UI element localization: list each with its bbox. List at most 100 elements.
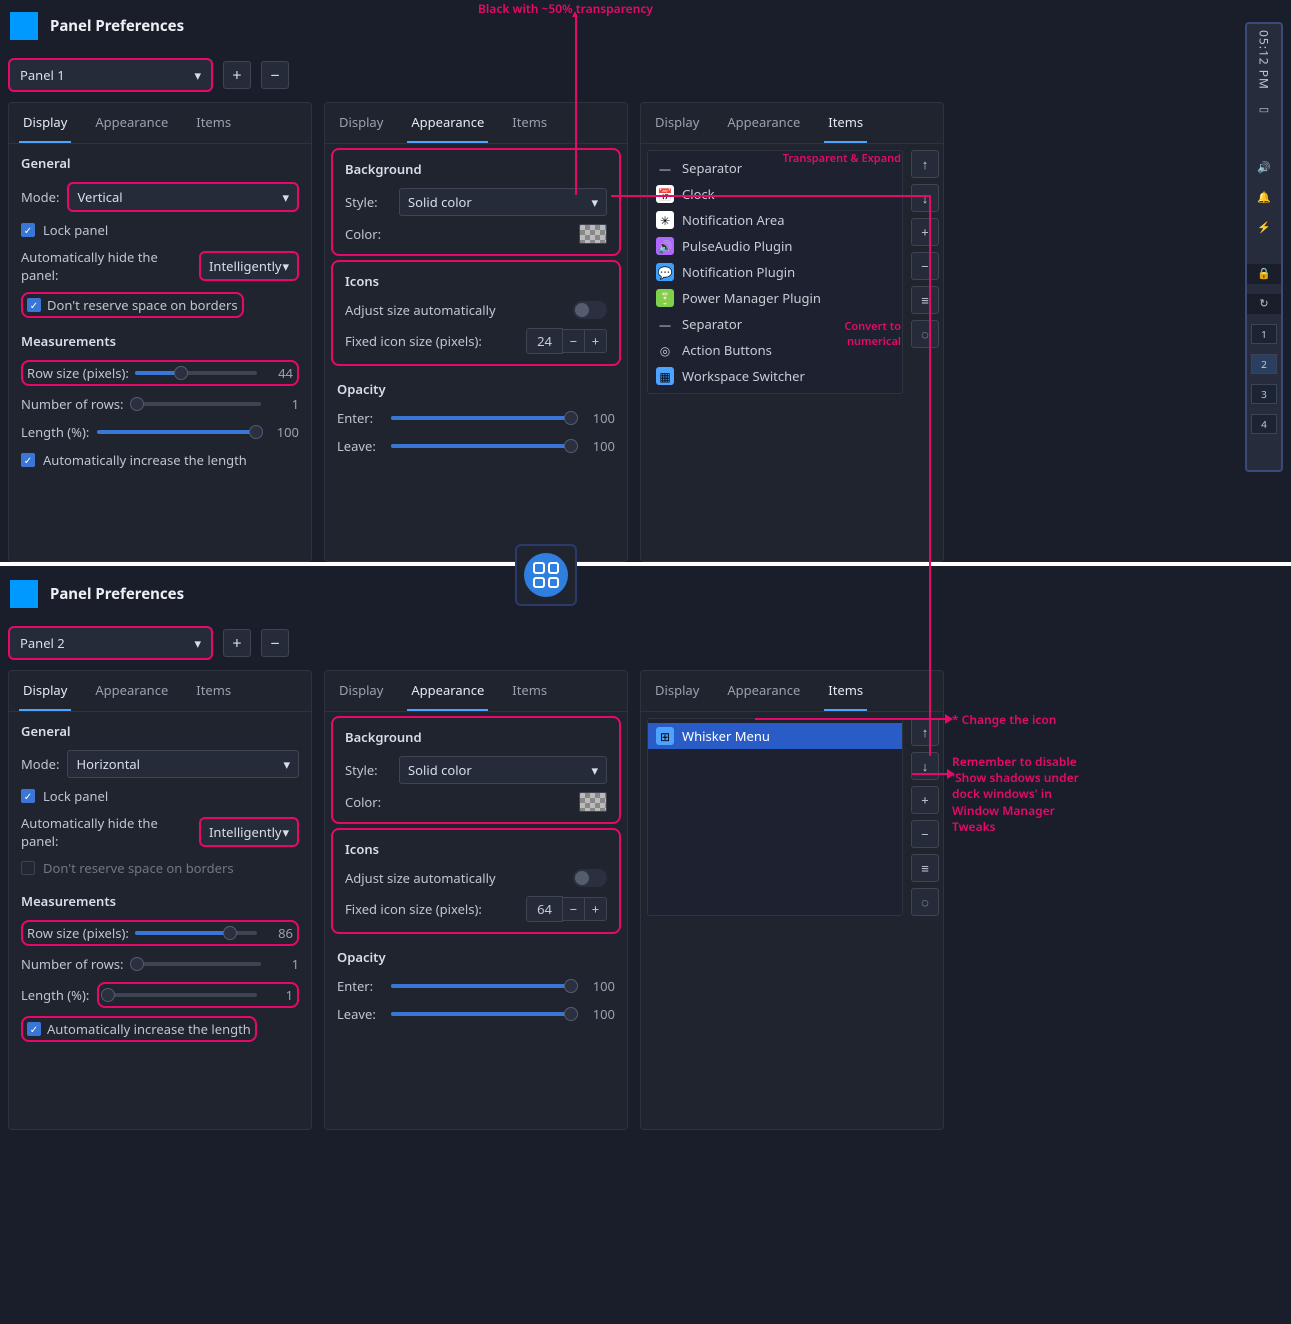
list-item[interactable]: 💬Notification Plugin xyxy=(648,259,902,285)
panel-selector[interactable]: Panel 2 ▾ xyxy=(8,626,213,660)
length-label: Length (%): xyxy=(21,423,89,441)
fixedicon-label: Fixed icon size (pixels): xyxy=(345,332,482,350)
item-add-button[interactable]: + xyxy=(911,786,939,814)
tab-display[interactable]: Display xyxy=(641,103,713,143)
tab-appearance[interactable]: Appearance xyxy=(81,103,182,143)
nrows-slider[interactable] xyxy=(132,402,261,406)
item-about-button[interactable]: ◌ xyxy=(911,320,939,348)
remove-panel-button[interactable]: − xyxy=(261,629,289,657)
items-panel: Display Appearance Items Transparent & E… xyxy=(640,102,944,562)
tab-display[interactable]: Display xyxy=(9,103,81,143)
leave-slider[interactable] xyxy=(391,1012,577,1016)
tray-display-icon[interactable]: ▭ xyxy=(1254,100,1274,120)
tray-lock-icon[interactable]: 🔒 xyxy=(1247,264,1281,284)
noreserve-checkbox[interactable]: ✓ xyxy=(27,298,41,312)
item-remove-button[interactable]: − xyxy=(911,820,939,848)
list-item[interactable]: ▦Workspace Switcher xyxy=(648,363,902,389)
tab-items[interactable]: Items xyxy=(498,103,561,143)
tray-logout-icon[interactable]: ↻ xyxy=(1247,294,1281,314)
tab-items[interactable]: Items xyxy=(182,103,245,143)
enter-slider[interactable] xyxy=(391,416,577,420)
spinner-plus-button[interactable]: + xyxy=(585,329,607,353)
color-picker[interactable] xyxy=(579,224,607,244)
color-picker[interactable] xyxy=(579,792,607,812)
list-item[interactable]: 🔋Power Manager Plugin xyxy=(648,285,902,311)
autohide-dropdown[interactable]: Intelligently ▾ xyxy=(199,817,299,847)
opacity-heading: Opacity xyxy=(325,370,627,404)
item-move-down-button[interactable]: ↓ xyxy=(911,184,939,212)
tab-appearance[interactable]: Appearance xyxy=(713,671,814,711)
fixedicon-spinner[interactable]: 24 − + xyxy=(526,328,607,354)
autohide-dropdown[interactable]: Intelligently ▾ xyxy=(199,251,299,281)
tray-volume-icon[interactable]: 🔊 xyxy=(1254,158,1274,178)
autohide-label: Automatically hide the panel: xyxy=(21,814,191,850)
tab-display[interactable]: Display xyxy=(641,671,713,711)
autolen-checkbox[interactable]: ✓ xyxy=(27,1022,41,1036)
nrows-slider[interactable] xyxy=(132,962,261,966)
chevron-down-icon: ▾ xyxy=(282,188,289,206)
add-panel-button[interactable]: + xyxy=(223,61,251,89)
tab-display[interactable]: Display xyxy=(325,103,397,143)
mode-dropdown[interactable]: Horizontal ▾ xyxy=(67,750,299,778)
leave-slider[interactable] xyxy=(391,444,577,448)
tray-notification-icon[interactable]: 🔔 xyxy=(1254,188,1274,208)
list-item[interactable]: 📅Clock xyxy=(648,181,902,207)
workspace-1[interactable]: 1 xyxy=(1251,324,1277,344)
tab-display[interactable]: Display xyxy=(9,671,81,711)
item-properties-button[interactable]: ≡ xyxy=(911,854,939,882)
nrows-label: Number of rows: xyxy=(21,955,124,973)
enter-slider[interactable] xyxy=(391,984,577,988)
tab-display[interactable]: Display xyxy=(325,671,397,711)
panel-clock[interactable]: 05:12 PM xyxy=(1256,30,1273,90)
items-list[interactable]: —Separator📅Clock✳Notification Area🔊Pulse… xyxy=(647,150,903,394)
tab-items[interactable]: Items xyxy=(498,671,561,711)
add-panel-button[interactable]: + xyxy=(223,629,251,657)
tray-power-icon[interactable]: ⚡ xyxy=(1254,218,1274,238)
remove-panel-button[interactable]: − xyxy=(261,61,289,89)
item-move-up-button[interactable]: ↑ xyxy=(911,150,939,178)
list-item[interactable]: 🔊PulseAudio Plugin xyxy=(648,233,902,259)
chevron-down-icon: ▾ xyxy=(282,823,289,841)
autoicon-toggle[interactable] xyxy=(573,301,607,319)
spinner-plus-button[interactable]: + xyxy=(585,897,607,921)
length-slider[interactable] xyxy=(97,430,261,434)
tab-appearance[interactable]: Appearance xyxy=(397,671,498,711)
style-dropdown[interactable]: Solid color ▾ xyxy=(399,756,607,784)
items-list[interactable]: ⊞Whisker Menu xyxy=(647,718,903,916)
mode-dropdown[interactable]: Vertical ▾ xyxy=(67,182,299,212)
list-item[interactable]: ✳Notification Area xyxy=(648,207,902,233)
item-about-button[interactable]: ◌ xyxy=(911,888,939,916)
fixedicon-spinner[interactable]: 64 − + xyxy=(526,896,607,922)
tab-appearance[interactable]: Appearance xyxy=(81,671,182,711)
spinner-minus-button[interactable]: − xyxy=(563,897,585,921)
workspace-4[interactable]: 4 xyxy=(1251,414,1277,434)
list-item[interactable]: ⊞Whisker Menu xyxy=(648,723,902,749)
autohide-value: Intelligently xyxy=(209,823,282,841)
chevron-down-icon: ▾ xyxy=(194,66,201,84)
item-move-down-button[interactable]: ↓ xyxy=(911,752,939,780)
length-value: 100 xyxy=(269,423,299,441)
rowsize-slider[interactable] xyxy=(135,371,257,375)
panel-selector[interactable]: Panel 1 ▾ xyxy=(8,58,213,92)
tab-appearance[interactable]: Appearance xyxy=(713,103,814,143)
lock-panel-checkbox[interactable]: ✓ xyxy=(21,789,35,803)
rowsize-slider[interactable] xyxy=(135,931,257,935)
autolen-checkbox[interactable]: ✓ xyxy=(21,453,35,467)
tab-items[interactable]: Items xyxy=(814,103,877,143)
workspace-2[interactable]: 2 xyxy=(1251,354,1277,374)
desktop-vertical-panel: 05:12 PM ▭ 🔊 🔔 ⚡ 🔒 ↻ 1 2 3 4 xyxy=(1245,22,1283,472)
autoicon-toggle[interactable] xyxy=(573,869,607,887)
item-label: Power Manager Plugin xyxy=(682,289,821,307)
item-remove-button[interactable]: − xyxy=(911,252,939,280)
item-move-up-button[interactable]: ↑ xyxy=(911,718,939,746)
tab-items[interactable]: Items xyxy=(182,671,245,711)
item-add-button[interactable]: + xyxy=(911,218,939,246)
lock-panel-checkbox[interactable]: ✓ xyxy=(21,223,35,237)
workspace-3[interactable]: 3 xyxy=(1251,384,1277,404)
tab-items[interactable]: Items xyxy=(814,671,877,711)
dock-launcher-icon[interactable] xyxy=(515,544,577,606)
length-slider[interactable] xyxy=(103,993,257,997)
tab-appearance[interactable]: Appearance xyxy=(397,103,498,143)
item-properties-button[interactable]: ≡ xyxy=(911,286,939,314)
spinner-minus-button[interactable]: − xyxy=(563,329,585,353)
